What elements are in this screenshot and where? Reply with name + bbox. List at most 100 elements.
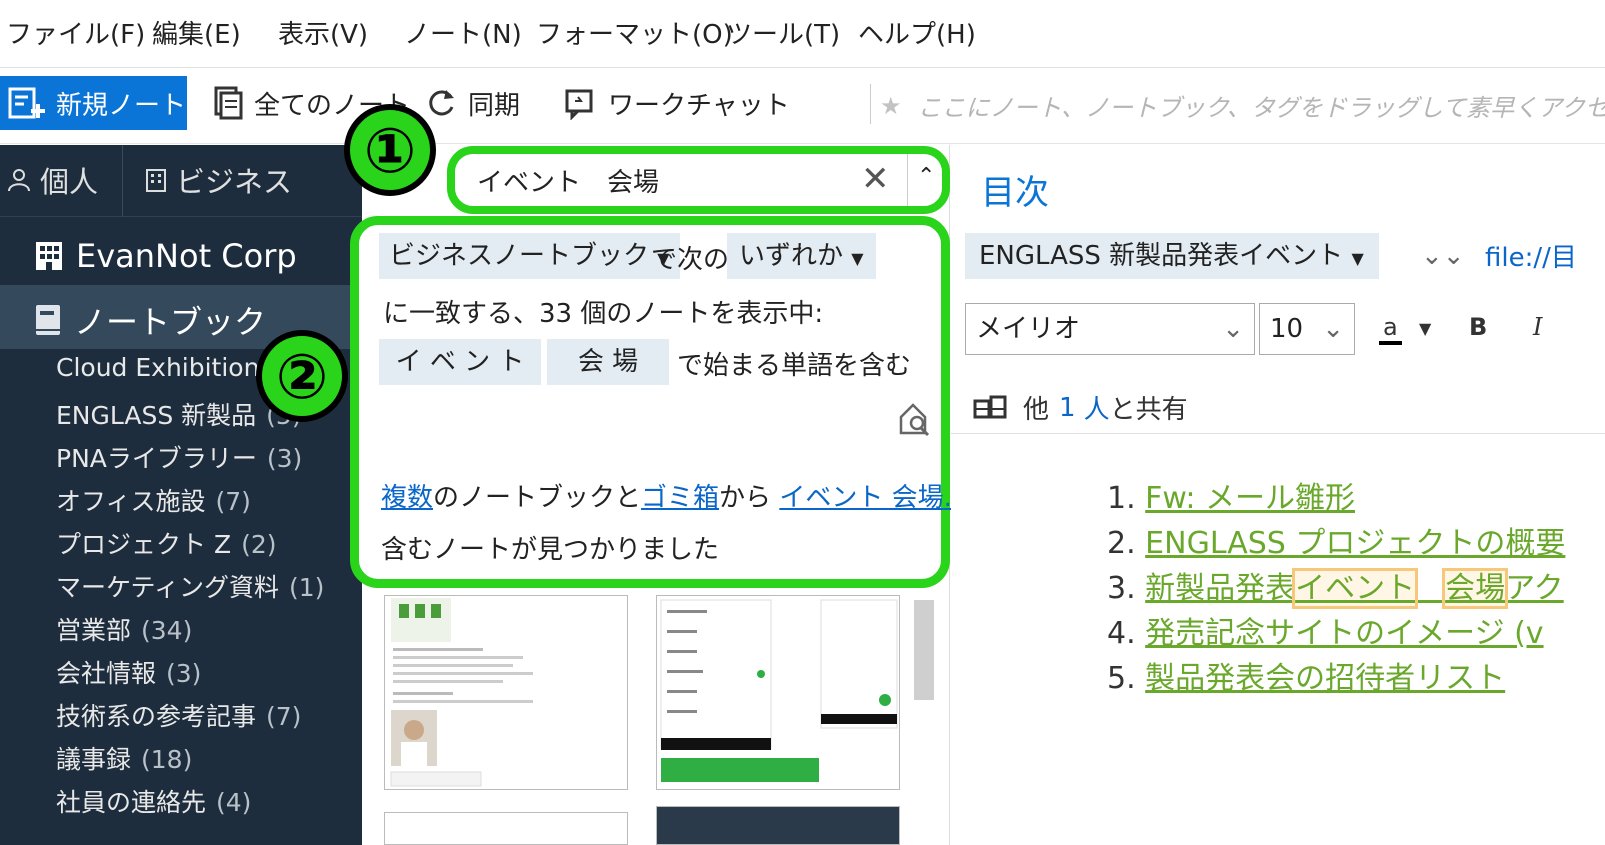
- notebook-name: ENGLASS 新製品: [56, 401, 257, 430]
- scope-label: ビジネスノートブック: [389, 241, 650, 271]
- menu-edit[interactable]: 編集(E): [152, 14, 241, 51]
- text-color-glyph: a: [1383, 313, 1398, 341]
- notebook-count: (3): [266, 444, 303, 473]
- shared-tail: と共有: [1109, 395, 1188, 425]
- notebook-count: (4): [216, 788, 252, 817]
- notebook-item[interactable]: オフィス施設 (7): [56, 482, 251, 518]
- notebook-item[interactable]: マーケティング資料 (1): [56, 568, 324, 604]
- note-thumbnail[interactable]: [656, 806, 900, 845]
- search-filter-panel: ビジネスノートブック ▼ で次の いずれか ▼ に一致する、33 個のノートを表…: [350, 216, 994, 588]
- editor-divider: [951, 433, 1605, 434]
- menu-help[interactable]: ヘルプ(H): [858, 14, 976, 51]
- trash-link[interactable]: ゴミ箱: [641, 483, 719, 513]
- notebook-icon: [36, 305, 60, 335]
- work-chat-label: ワークチャット: [608, 90, 790, 121]
- menu-view[interactable]: 表示(V): [278, 14, 368, 51]
- match-label: いずれか: [739, 241, 844, 271]
- terms-description: で始まる単語を含む: [677, 351, 912, 381]
- expand-more-icon[interactable]: ⌄⌄: [1421, 241, 1465, 271]
- notebook-name: 営業部: [56, 616, 132, 645]
- menu-note[interactable]: ノート(N): [404, 14, 522, 51]
- account-personal[interactable]: 個人: [6, 159, 98, 201]
- note-list-scrollbar[interactable]: [914, 600, 934, 700]
- notebook-item[interactable]: 社員の連絡先 (4): [56, 783, 251, 819]
- multiple-notebooks-link[interactable]: 複数: [381, 483, 433, 513]
- notebook-name: 会社情報: [56, 659, 157, 688]
- note-preview-image: [390, 598, 533, 787]
- chevron-down-icon: ⌄: [1322, 314, 1344, 344]
- notebook-name: マーケティング資料: [56, 573, 280, 602]
- bold-button[interactable]: B: [1469, 313, 1487, 341]
- search-box: ✕ ⌃: [447, 146, 950, 214]
- toc-link-text: [1415, 571, 1445, 606]
- shortcut-placeholder: ここにノート、ノートブック、タグをドラッグして素早くアクセス: [917, 94, 1605, 122]
- note-thumbnail[interactable]: [384, 812, 628, 845]
- italic-button[interactable]: I: [1533, 313, 1542, 341]
- toc-list-item: 1. Fw: メール雛形: [1107, 473, 1355, 517]
- org-label: EvanNot Corp: [76, 237, 297, 275]
- menu-file[interactable]: ファイル(F): [6, 14, 145, 51]
- org-name[interactable]: EvanNot Corp: [34, 237, 297, 275]
- font-size-select[interactable]: 10 ⌄: [1259, 303, 1355, 355]
- notebook-item[interactable]: Cloud Exhibition: [56, 353, 269, 382]
- source-url-link[interactable]: file://目: [1485, 237, 1577, 274]
- toc-link[interactable]: Fw: メール雛形: [1145, 481, 1355, 516]
- notebook-item[interactable]: PNAライブラリー (3): [56, 439, 302, 475]
- query-link[interactable]: イベント 会場...: [779, 483, 968, 513]
- scope-dropdown[interactable]: ビジネスノートブック ▼: [379, 233, 680, 279]
- collapse-search-icon[interactable]: ⌃: [917, 164, 935, 189]
- account-business[interactable]: ビジネス: [144, 159, 292, 201]
- building-icon: [146, 169, 166, 192]
- note-thumbnail[interactable]: [384, 595, 628, 790]
- toc-number: 2.: [1107, 526, 1136, 561]
- toc-link[interactable]: 新製品発表イベント 会場アク: [1145, 568, 1564, 609]
- menu-tools[interactable]: ツール(T): [726, 14, 840, 51]
- notebook-count: (7): [215, 487, 251, 516]
- dropdown-arrow-icon[interactable]: ▼: [1419, 319, 1431, 338]
- building-icon: [36, 242, 62, 270]
- person-icon: [8, 169, 30, 192]
- font-family-select[interactable]: メイリオ ⌄: [965, 303, 1255, 355]
- note-title[interactable]: 目次: [981, 165, 1049, 214]
- notebook-item[interactable]: 議事録 (18): [56, 740, 192, 776]
- match-dropdown[interactable]: いずれか ▼: [727, 233, 876, 279]
- annotation-badge-1: ①: [344, 104, 436, 196]
- work-chat-button[interactable]: ワークチャット: [564, 76, 790, 130]
- font-size-value: 10: [1270, 314, 1304, 344]
- toc-link[interactable]: 製品発表会の招待者リスト: [1145, 661, 1505, 696]
- notebook-selector-label: ENGLASS 新製品発表イベント: [979, 241, 1344, 271]
- notebook-item[interactable]: プロジェクト Z (2): [56, 525, 277, 561]
- notebook-name: オフィス施設: [56, 487, 206, 516]
- new-note-button[interactable]: 新規ノート: [0, 76, 187, 130]
- clear-search-icon[interactable]: ✕: [861, 160, 890, 198]
- notes-icon: [214, 86, 243, 120]
- notebook-item[interactable]: 会社情報 (3): [56, 654, 201, 690]
- search-input[interactable]: [477, 160, 837, 200]
- search-term-chip[interactable]: イ ベ ン ト: [379, 339, 541, 385]
- menu-format[interactable]: フォーマット(O): [536, 14, 733, 51]
- notebook-name: Cloud Exhibition: [56, 353, 260, 382]
- notebook-name: 技術系の参考記事: [56, 702, 257, 731]
- note-preview-image: [660, 599, 898, 782]
- saved-search-icon[interactable]: [897, 401, 933, 437]
- sync-button[interactable]: 同期: [424, 76, 520, 130]
- toc-list-item: 4. 発売記念サイトのイメージ (v: [1107, 608, 1544, 652]
- found-text: から: [719, 483, 772, 513]
- notebook-item[interactable]: 技術系の参考記事 (7): [56, 697, 301, 733]
- chevron-down-icon: ⌄: [1222, 314, 1244, 344]
- filter-text: で次の: [651, 245, 730, 275]
- notebook-item[interactable]: 営業部 (34): [56, 611, 192, 647]
- notebooks-label: ノートブック: [74, 303, 267, 341]
- note-thumbnail[interactable]: [656, 595, 900, 790]
- shortcut-drop-area[interactable]: ★ ここにノート、ノートブック、タグをドラッグして素早くアクセス: [880, 88, 1605, 123]
- text-color-button[interactable]: a: [1379, 313, 1402, 345]
- new-note-label: 新規ノート: [56, 90, 187, 121]
- toc-number: 1.: [1107, 481, 1136, 516]
- notebook-selector[interactable]: ENGLASS 新製品発表イベント ▼: [965, 233, 1379, 279]
- shared-info[interactable]: 他 1 人と共有: [973, 389, 1188, 426]
- shared-person-link[interactable]: 人: [1084, 389, 1110, 426]
- toc-link[interactable]: ENGLASS プロジェクトの概要: [1145, 526, 1565, 561]
- toc-list-item: 3. 新製品発表イベント 会場アク: [1107, 563, 1564, 609]
- search-term-chip[interactable]: 会 場: [547, 339, 669, 385]
- toc-link[interactable]: 発売記念サイトのイメージ (v: [1145, 616, 1543, 651]
